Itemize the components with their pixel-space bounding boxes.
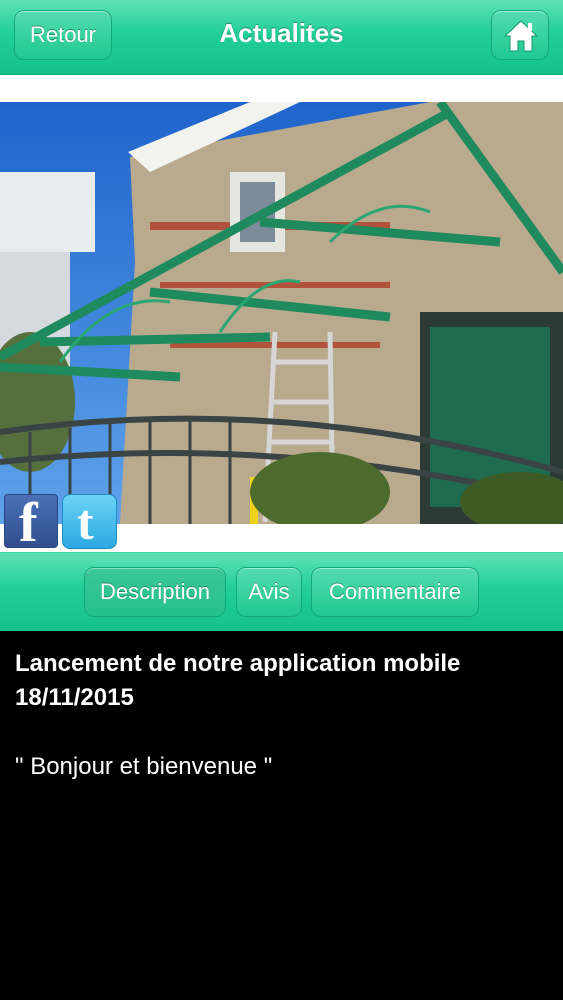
- news-photo: [0, 102, 563, 524]
- tab-description[interactable]: Description: [84, 567, 226, 617]
- article-content: Lancement de notre application mobile 18…: [0, 631, 563, 1000]
- facebook-share-button[interactable]: f: [4, 493, 58, 553]
- facebook-icon: f: [19, 492, 38, 554]
- twitter-share-button[interactable]: t: [62, 494, 117, 549]
- page-title: Actualites: [219, 18, 344, 48]
- tab-avis[interactable]: Avis: [236, 567, 302, 617]
- home-icon: [503, 20, 539, 52]
- top-bar: Retour Actualites: [0, 0, 563, 75]
- article-message: " Bonjour et bienvenue ": [15, 753, 273, 780]
- back-button[interactable]: Retour: [14, 10, 112, 60]
- article-title: Lancement de notre application mobile 18…: [15, 647, 555, 715]
- article-date: 18/11/2015: [15, 684, 134, 711]
- spacer: [0, 75, 563, 102]
- twitter-icon: t: [77, 494, 94, 550]
- article-title-line: Lancement de notre application mobile: [15, 650, 461, 677]
- home-button[interactable]: [491, 10, 549, 60]
- tab-bar: Description Avis Commentaire: [0, 552, 563, 632]
- tab-commentaire[interactable]: Commentaire: [311, 567, 479, 617]
